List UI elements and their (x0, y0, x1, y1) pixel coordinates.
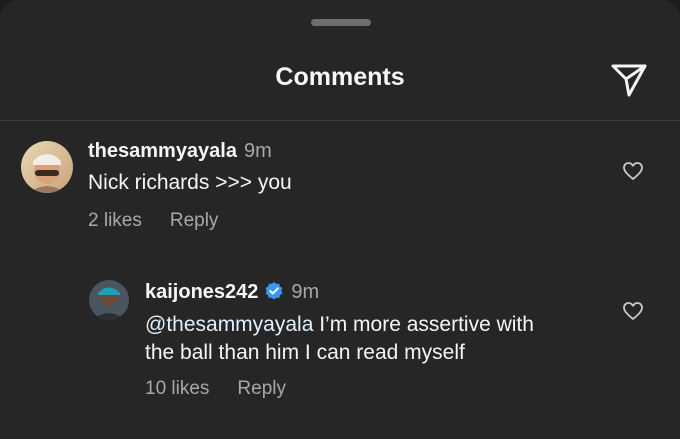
reply-text-line-1: @thesammyayala I’m more assertive with (145, 311, 534, 339)
reply-username[interactable]: kaijones242 9m (145, 281, 319, 304)
reply-text-line-2: the ball than him I can read myself (145, 341, 465, 364)
header-divider (0, 120, 680, 121)
comments-sheet: Comments thesammyayala 9m Nick richards >… (0, 0, 680, 439)
likes-count[interactable]: 10 likes (145, 378, 209, 399)
verified-icon (266, 282, 283, 300)
reply-button[interactable]: Reply (170, 210, 219, 231)
comment-time: 9m (243, 140, 272, 162)
sheet-grabber[interactable] (311, 19, 371, 26)
username-text[interactable]: kaijones242 (145, 281, 258, 303)
heart-icon[interactable] (622, 301, 644, 321)
comment-username[interactable]: thesammyayala 9m (88, 140, 272, 163)
comment-text: Nick richards >>> you (88, 171, 292, 194)
mention-link[interactable]: @thesammyayala (145, 313, 313, 336)
send-icon[interactable] (608, 59, 650, 101)
reply-time: 9m (291, 281, 320, 303)
likes-count[interactable]: 2 likes (88, 210, 142, 231)
reply-text-part: I’m more assertive with (313, 313, 534, 336)
page-title: Comments (275, 63, 405, 91)
username-text[interactable]: thesammyayala (88, 140, 237, 162)
reply-text: @thesammyayala I’m more assertive with t… (145, 311, 534, 367)
reply-meta: 10 likes Reply (145, 378, 286, 400)
reply-button[interactable]: Reply (237, 378, 286, 399)
comment-meta: 2 likes Reply (88, 210, 218, 232)
avatar[interactable] (21, 141, 73, 193)
heart-icon[interactable] (622, 161, 644, 181)
avatar[interactable] (89, 280, 129, 320)
